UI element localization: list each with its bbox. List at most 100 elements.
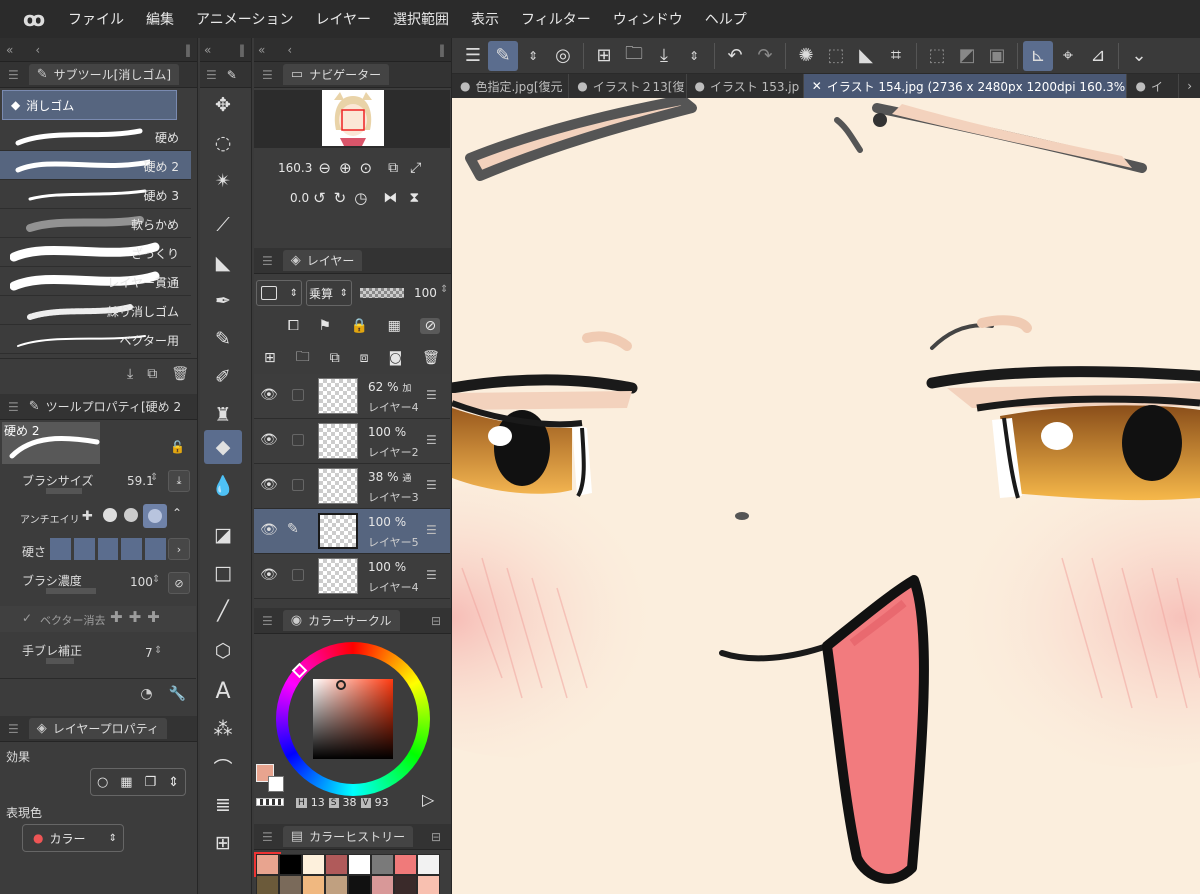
panel-grip-icon[interactable]: ‖ bbox=[185, 43, 191, 57]
zoom-out-icon[interactable]: ⊖ bbox=[318, 159, 331, 177]
doc-tab[interactable]: ● イラスト２13[復 bbox=[569, 74, 687, 98]
navigator-preview-area[interactable] bbox=[254, 90, 450, 148]
history-swatch[interactable] bbox=[371, 854, 394, 875]
pencil-tool-icon[interactable]: ✎ bbox=[200, 322, 246, 356]
antialias-spinner-icon[interactable]: ⌃ bbox=[172, 506, 182, 520]
hue-ring[interactable] bbox=[276, 642, 430, 796]
delete-layer-icon[interactable]: 🗑 bbox=[422, 350, 440, 366]
spinner-icon[interactable]: ⇕ bbox=[150, 472, 158, 483]
save-icon[interactable]: ⤓ bbox=[649, 41, 679, 71]
stabilization-value[interactable]: 7 bbox=[145, 646, 153, 660]
panel-menu-icon[interactable]: ☰ bbox=[262, 68, 273, 82]
hardness-steps[interactable] bbox=[50, 538, 166, 560]
new-file-icon[interactable]: ⊞ bbox=[589, 41, 619, 71]
fill-icon[interactable]: ◣ bbox=[851, 41, 881, 71]
snap-grid-icon[interactable]: ⊿ bbox=[1083, 41, 1113, 71]
brush-size-menu-button[interactable]: ⤓ bbox=[168, 470, 190, 492]
panel-grip-icon[interactable]: ‖ bbox=[239, 43, 245, 57]
history-swatch[interactable] bbox=[302, 875, 325, 894]
saturation-value-square[interactable] bbox=[313, 679, 393, 759]
snap-ruler-icon[interactable]: ⊾ bbox=[1023, 40, 1053, 71]
color-mode-icon[interactable]: ▷ bbox=[422, 790, 434, 809]
antialias-none-icon[interactable]: ✚ bbox=[82, 509, 93, 524]
eye-icon[interactable]: 👁 bbox=[260, 477, 278, 493]
spinner-icon[interactable]: ⇕ bbox=[154, 645, 162, 656]
checkmark-icon[interactable]: ✓ bbox=[22, 611, 32, 625]
brush-item-hard-3[interactable]: 硬め 3 bbox=[0, 180, 191, 209]
eye-icon[interactable]: 👁 bbox=[260, 567, 278, 583]
history-swatch[interactable] bbox=[325, 875, 348, 894]
transfer-down-icon[interactable]: ⧉ bbox=[330, 350, 340, 366]
menu-file[interactable]: ファイル bbox=[68, 9, 124, 29]
panel-menu-icon[interactable]: ☰ bbox=[206, 68, 217, 82]
collapse-chevron-icon[interactable]: ‹ bbox=[35, 43, 40, 57]
wrench-icon[interactable]: 🔧 bbox=[169, 686, 186, 702]
layer-checkbox[interactable] bbox=[292, 389, 304, 401]
selection-border-icon[interactable]: ▣ bbox=[982, 41, 1012, 71]
sub-color-swatch[interactable] bbox=[268, 776, 284, 792]
layer-row[interactable]: 👁 100 % レイヤー4 ☰ bbox=[254, 554, 450, 599]
density-slider[interactable] bbox=[46, 588, 96, 594]
menu-selection[interactable]: 選択範囲 bbox=[393, 9, 449, 29]
density-value[interactable]: 100 bbox=[130, 575, 153, 589]
layer-row[interactable]: 👁 100 % レイヤー2 ☰ bbox=[254, 419, 450, 464]
history-swatch[interactable] bbox=[417, 875, 440, 894]
doc-tab[interactable]: ● イラスト 153.jp bbox=[687, 74, 804, 98]
history-swatch[interactable] bbox=[302, 854, 325, 875]
layer-row-selected[interactable]: 👁 ✎ 100 % レイヤー5 ☰ bbox=[254, 509, 450, 554]
merge-down-icon[interactable]: ⧈ bbox=[360, 350, 369, 366]
lock-layer-icon[interactable]: 🔒 bbox=[351, 318, 368, 334]
collapse-double-chevron-icon[interactable]: « bbox=[258, 43, 265, 57]
tone-effect-icon[interactable]: ▦ bbox=[120, 775, 132, 790]
expression-select[interactable]: ● カラー ⇕ bbox=[22, 824, 124, 852]
antialias-weak-icon[interactable] bbox=[103, 508, 117, 522]
layer-type-select[interactable]: ⇕ bbox=[256, 280, 302, 306]
toolbar-scroll-icon[interactable]: ⇕ bbox=[679, 41, 709, 71]
doc-tab-active[interactable]: ✕ イラスト 154.jpg (2736 x 2480px 1200dpi 160… bbox=[803, 74, 1128, 98]
history-swatch[interactable] bbox=[371, 875, 394, 894]
reset-rotation-icon[interactable]: ◷ bbox=[354, 189, 367, 207]
open-file-icon[interactable]: 🗀 bbox=[619, 41, 649, 71]
download-icon[interactable]: ⤓ bbox=[127, 366, 133, 382]
eye-icon[interactable]: 👁 bbox=[260, 522, 278, 538]
move-tool-icon[interactable]: ✥ bbox=[200, 88, 246, 122]
speed-line-tool-icon[interactable]: ⁂ bbox=[200, 712, 246, 746]
antialias-strong-button[interactable] bbox=[143, 504, 167, 528]
layer-row[interactable]: 👁 38 % 通 レイヤー3 ☰ bbox=[254, 464, 450, 509]
undo-icon[interactable]: ↶ bbox=[720, 41, 750, 71]
doc-tab[interactable]: ● 色指定.jpg[復元 bbox=[452, 74, 570, 98]
rotate-left-icon[interactable]: ↺ bbox=[313, 189, 326, 207]
lock-transparency-icon[interactable]: ▦ bbox=[388, 318, 401, 334]
brush-tool-icon[interactable]: ✐ bbox=[200, 360, 246, 394]
menu-layer[interactable]: レイヤー bbox=[315, 9, 371, 29]
toolbar-scroll-icon[interactable]: ⇕ bbox=[518, 41, 548, 71]
density-menu-button[interactable]: ⊘ bbox=[168, 572, 190, 594]
brush-item-hard-2[interactable]: 硬め 2 bbox=[0, 151, 191, 180]
eye-icon[interactable]: 👁 bbox=[260, 432, 278, 448]
balloon-tool-icon[interactable]: ⌒ bbox=[200, 750, 246, 784]
rotation-value[interactable]: 0.0 bbox=[290, 191, 309, 205]
brush-size-slider[interactable] bbox=[46, 488, 82, 494]
collapse-double-chevron-icon[interactable]: « bbox=[6, 43, 13, 57]
transparent-color-swatch[interactable] bbox=[256, 798, 284, 806]
layer-checkbox[interactable] bbox=[292, 479, 304, 491]
drawing-canvas[interactable] bbox=[452, 98, 1200, 894]
brush-item-rough[interactable]: ざっくり bbox=[0, 238, 191, 267]
tabs-overflow-chevron-icon[interactable]: › bbox=[1179, 74, 1200, 98]
menu-window[interactable]: ウィンドウ bbox=[613, 9, 683, 29]
history-swatch[interactable] bbox=[394, 875, 417, 894]
gradient-tool-icon[interactable]: ◪ bbox=[200, 518, 246, 552]
color-history-tab-icon[interactable]: ⊟ bbox=[431, 830, 441, 844]
app-logo-icon[interactable]: ꝏ bbox=[20, 5, 48, 33]
subtool-group-eraser[interactable]: ◆ 消しゴム bbox=[2, 90, 177, 120]
layer-checkbox[interactable] bbox=[292, 569, 304, 581]
eraser-tool-icon[interactable]: ◆ bbox=[204, 430, 242, 464]
border-effect-icon[interactable]: ○ bbox=[97, 775, 108, 790]
text-tool-icon[interactable]: A bbox=[200, 674, 246, 708]
hardness-next-button[interactable]: › bbox=[168, 538, 190, 560]
history-swatch[interactable] bbox=[256, 875, 279, 894]
menu-animation[interactable]: アニメーション bbox=[196, 9, 293, 29]
clip-layer-icon[interactable]: ⧠ bbox=[288, 318, 299, 334]
pen-tool-icon[interactable]: ✒ bbox=[200, 284, 246, 318]
opacity-slider[interactable] bbox=[360, 288, 404, 298]
